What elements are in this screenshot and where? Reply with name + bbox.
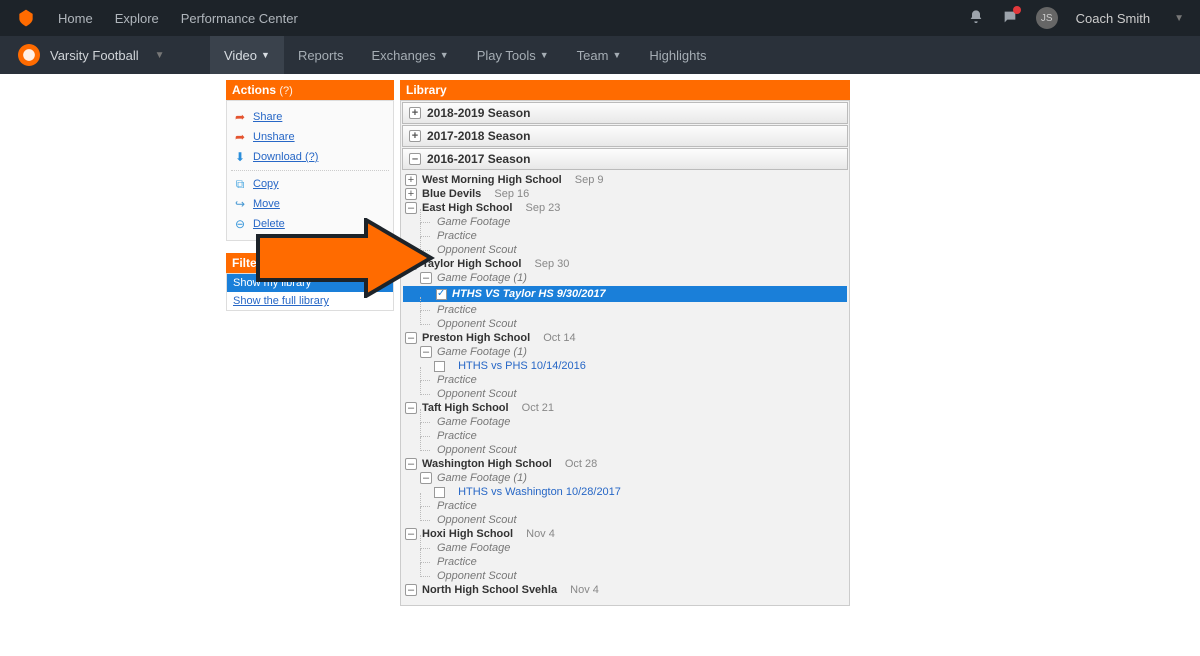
- top-nav: Home Explore Performance Center JS Coach…: [0, 0, 1200, 36]
- folder-practice[interactable]: Practice: [405, 303, 845, 317]
- minus-icon: –: [405, 528, 417, 540]
- chevron-down-icon: ▼: [261, 50, 270, 60]
- season-2017-2018[interactable]: +2017-2018 Season: [402, 125, 848, 147]
- checkbox-icon[interactable]: [434, 487, 445, 498]
- message-icon[interactable]: [1002, 9, 1018, 28]
- tab-highlights[interactable]: Highlights: [635, 36, 720, 74]
- folder-game-footage[interactable]: Game Footage: [405, 415, 845, 429]
- plus-icon: +: [409, 107, 421, 119]
- unshare-icon: ➦: [233, 130, 247, 144]
- checkbox-icon[interactable]: [434, 361, 445, 372]
- opponent-hoxi[interactable]: –Hoxi High School Nov 4: [405, 527, 845, 541]
- minus-icon: –: [409, 153, 421, 165]
- chevron-down-icon: ▼: [440, 50, 449, 60]
- minus-icon: –: [405, 458, 417, 470]
- filter-show-full-library[interactable]: Show the full library: [227, 292, 393, 310]
- sub-nav: Varsity Football ▼ Video▼ Reports Exchan…: [0, 36, 1200, 74]
- tab-video[interactable]: Video▼: [210, 36, 284, 74]
- actions-header: Actions (?): [226, 80, 394, 100]
- chevron-down-icon: ▼: [540, 50, 549, 60]
- opponent-washington[interactable]: –Washington High School Oct 28: [405, 457, 845, 471]
- share-icon: ➦: [233, 110, 247, 124]
- brand-logo: [16, 8, 36, 28]
- action-unshare[interactable]: ➦Unshare: [231, 127, 389, 147]
- folder-opponent-scout[interactable]: Opponent Scout: [405, 243, 845, 257]
- minus-icon: –: [405, 258, 417, 270]
- filter-header: Filter Your View (?): [226, 253, 394, 273]
- action-share[interactable]: ➦Share: [231, 107, 389, 127]
- tab-play-tools[interactable]: Play Tools▼: [463, 36, 563, 74]
- chevron-down-icon[interactable]: ▼: [1174, 13, 1184, 24]
- chevron-down-icon: ▼: [155, 50, 165, 61]
- filter-show-my-library[interactable]: Show my library: [227, 274, 393, 292]
- folder-opponent-scout[interactable]: Opponent Scout: [405, 443, 845, 457]
- team-selector[interactable]: Varsity Football ▼: [0, 36, 210, 74]
- folder-opponent-scout[interactable]: Opponent Scout: [405, 387, 845, 401]
- notification-dot: [1013, 6, 1021, 14]
- folder-opponent-scout[interactable]: Opponent Scout: [405, 513, 845, 527]
- opponent-west-morning[interactable]: +West Morning High School Sep 9: [405, 173, 845, 187]
- minus-icon: –: [420, 346, 432, 358]
- download-icon: ⬇: [233, 150, 247, 164]
- plus-icon: +: [409, 130, 421, 142]
- copy-icon: ⧉: [233, 177, 247, 191]
- actions-panel: Actions (?) ➦Share ➦Unshare ⬇Download (?…: [226, 80, 394, 241]
- folder-game-footage[interactable]: –Game Footage (1): [405, 345, 845, 359]
- opponent-east-high[interactable]: –East High School Sep 23: [405, 201, 845, 215]
- action-copy[interactable]: ⧉Copy: [231, 174, 389, 194]
- minus-icon: –: [405, 202, 417, 214]
- library-panel: Library +2018-2019 Season +2017-2018 Sea…: [400, 80, 850, 606]
- checkbox-icon[interactable]: [436, 289, 447, 300]
- minus-icon: –: [420, 272, 432, 284]
- folder-opponent-scout[interactable]: Opponent Scout: [405, 569, 845, 583]
- folder-opponent-scout[interactable]: Opponent Scout: [405, 317, 845, 331]
- library-header: Library: [400, 80, 850, 100]
- tab-exchanges[interactable]: Exchanges▼: [357, 36, 462, 74]
- minus-icon: –: [405, 402, 417, 414]
- minus-icon: –: [405, 584, 417, 596]
- tab-team[interactable]: Team▼: [563, 36, 636, 74]
- folder-practice[interactable]: Practice: [405, 373, 845, 387]
- tab-reports[interactable]: Reports: [284, 36, 358, 74]
- plus-icon: +: [405, 188, 417, 200]
- folder-game-footage[interactable]: Game Footage: [405, 215, 845, 229]
- bell-icon[interactable]: [968, 9, 984, 28]
- action-move[interactable]: ↪Move: [231, 194, 389, 214]
- plus-icon: +: [405, 174, 417, 186]
- opponent-preston[interactable]: –Preston High School Oct 14: [405, 331, 845, 345]
- opponent-taft[interactable]: –Taft High School Oct 21: [405, 401, 845, 415]
- video-hths-vs-phs[interactable]: HTHS vs PHS 10/14/2016: [405, 359, 845, 373]
- delete-icon: ⊖: [233, 217, 247, 231]
- folder-practice[interactable]: Practice: [405, 229, 845, 243]
- minus-icon: –: [405, 332, 417, 344]
- nav-explore[interactable]: Explore: [115, 11, 159, 26]
- action-download[interactable]: ⬇Download (?): [231, 147, 389, 167]
- opponent-blue-devils[interactable]: +Blue Devils Sep 16: [405, 187, 845, 201]
- user-avatar[interactable]: JS: [1036, 7, 1058, 29]
- video-hths-vs-taylor[interactable]: HTHS VS Taylor HS 9/30/2017: [403, 286, 847, 302]
- chevron-down-icon: ▼: [612, 50, 621, 60]
- folder-game-footage[interactable]: –Game Footage (1): [405, 471, 845, 485]
- season-2016-2017[interactable]: –2016-2017 Season: [402, 148, 848, 170]
- folder-practice[interactable]: Practice: [405, 429, 845, 443]
- nav-performance-center[interactable]: Performance Center: [181, 11, 298, 26]
- folder-practice[interactable]: Practice: [405, 555, 845, 569]
- video-hths-vs-washington[interactable]: HTHS vs Washington 10/28/2017: [405, 485, 845, 499]
- nav-home[interactable]: Home: [58, 11, 93, 26]
- opponent-taylor[interactable]: –Taylor High School Sep 30: [405, 257, 845, 271]
- team-logo-icon: [18, 44, 40, 66]
- folder-game-footage[interactable]: –Game Footage (1): [405, 271, 845, 285]
- folder-game-footage[interactable]: Game Footage: [405, 541, 845, 555]
- minus-icon: –: [420, 472, 432, 484]
- action-delete[interactable]: ⊖Delete: [231, 214, 389, 234]
- opponent-north-svehla[interactable]: –North High School Svehla Nov 4: [405, 583, 845, 597]
- filter-panel: Filter Your View (?) Show my library Sho…: [226, 253, 394, 311]
- user-name[interactable]: Coach Smith: [1076, 11, 1150, 26]
- season-2018-2019[interactable]: +2018-2019 Season: [402, 102, 848, 124]
- move-icon: ↪: [233, 197, 247, 211]
- folder-practice[interactable]: Practice: [405, 499, 845, 513]
- team-name: Varsity Football: [50, 48, 139, 63]
